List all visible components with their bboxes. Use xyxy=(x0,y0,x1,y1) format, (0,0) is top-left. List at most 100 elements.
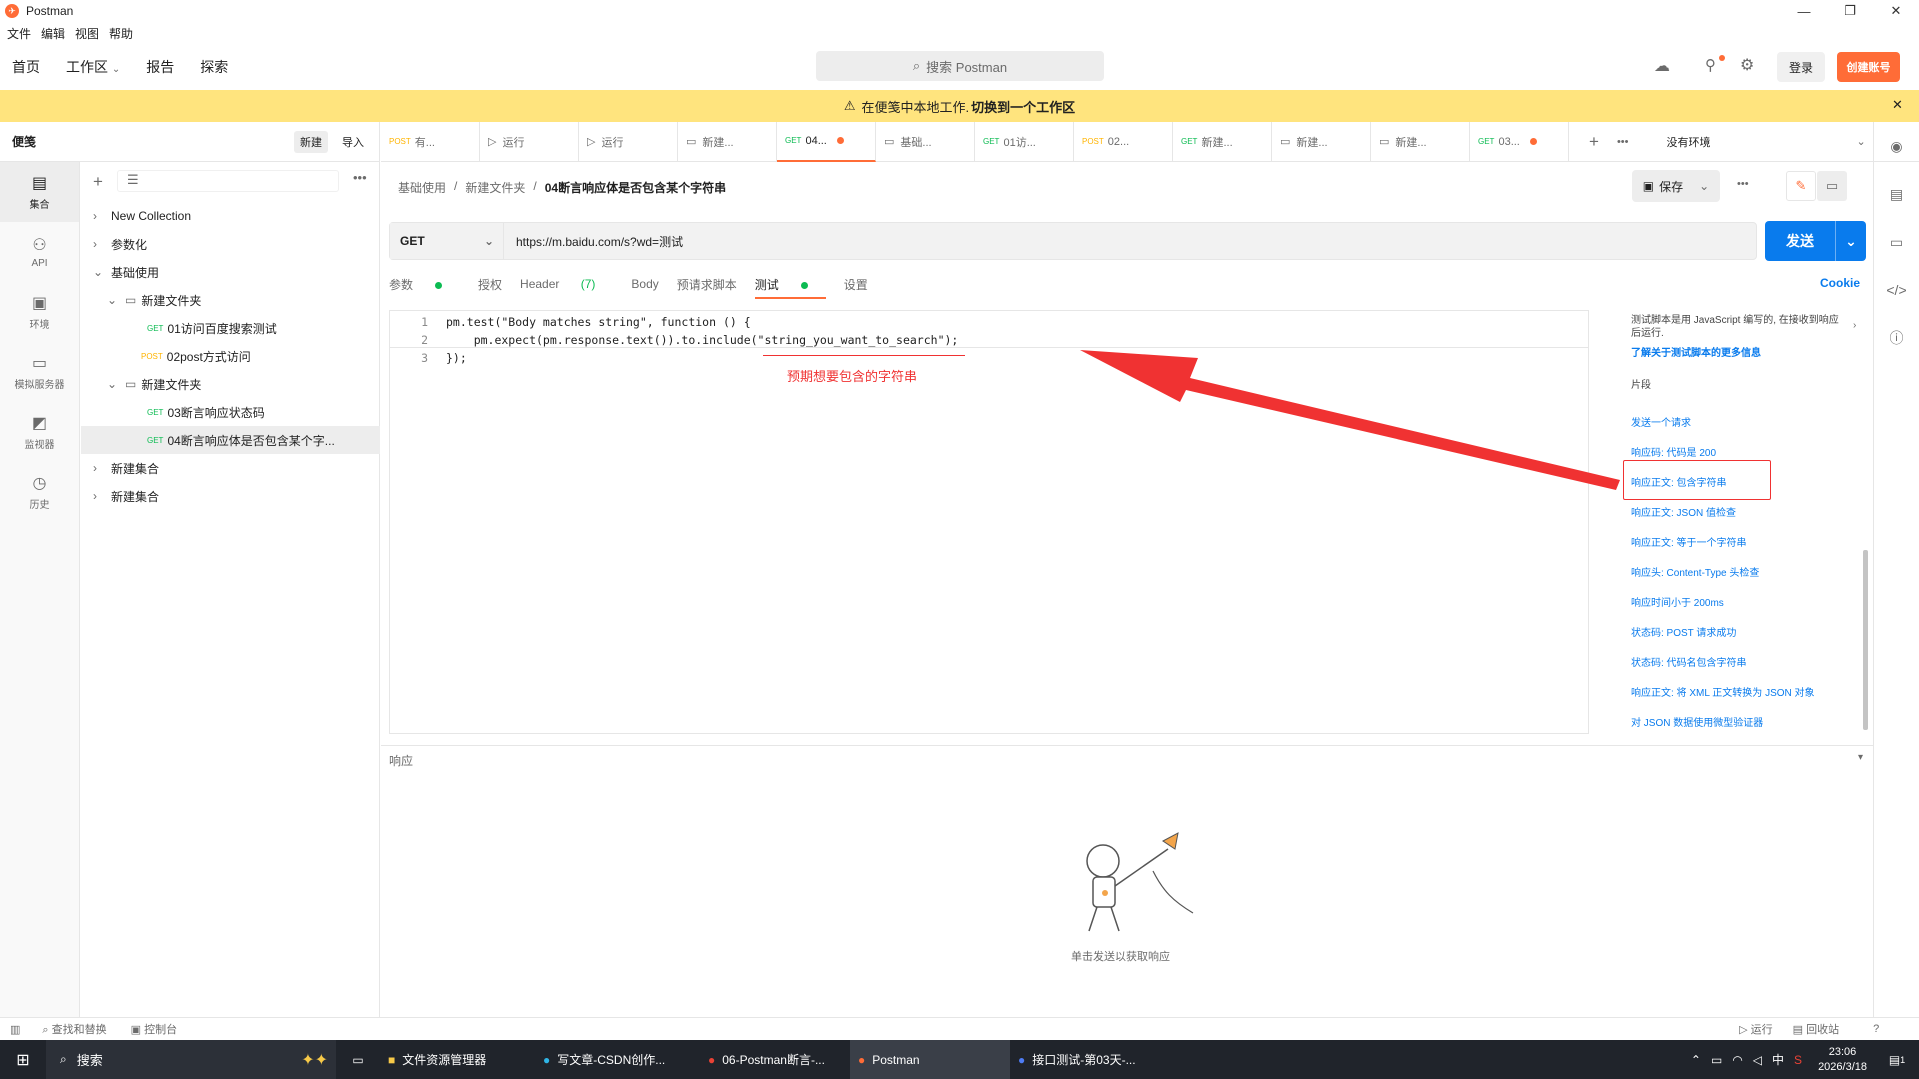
sidebar-item-environments[interactable]: ▣ 环境 xyxy=(0,282,79,342)
collection-filter-input[interactable] xyxy=(117,170,339,192)
comments-icon[interactable]: ▭ xyxy=(1874,218,1919,266)
tree-item-request-04[interactable]: GET 04断言响应体是否包含某个字... xyxy=(81,426,380,454)
menu-help[interactable]: 帮助 xyxy=(109,25,133,42)
snippet-item[interactable]: 状态码: POST 请求成功 xyxy=(1631,624,1736,639)
tab-tests[interactable]: 测试 xyxy=(754,276,826,299)
sogou-icon[interactable]: S xyxy=(1794,1053,1802,1067)
menu-file[interactable]: 文件 xyxy=(7,25,31,42)
snippet-item-highlighted[interactable]: 响应正文: 包含字符串 xyxy=(1631,474,1727,489)
close-button[interactable]: ✕ xyxy=(1873,0,1919,22)
nav-reports[interactable]: 报告 xyxy=(146,57,174,77)
tab-item[interactable]: GET 01访... xyxy=(975,121,1074,162)
taskbar-app-explorer[interactable]: ■ 文件资源管理器 xyxy=(380,1040,535,1079)
tab-item[interactable]: ▷ 运行 xyxy=(579,121,678,162)
tab-headers[interactable]: Header (7) xyxy=(520,277,613,291)
notification-center[interactable]: ▤ 1 xyxy=(1875,1040,1919,1079)
nav-explore[interactable]: 探索 xyxy=(200,57,228,77)
tab-settings[interactable]: 设置 xyxy=(844,276,868,293)
import-button[interactable]: 导入 xyxy=(336,131,370,153)
taskbar-app-chrome[interactable]: ● 06-Postman断言-... xyxy=(700,1040,850,1079)
code-line-2[interactable]: pm.expect(pm.response.text()).to.include… xyxy=(446,333,959,347)
snippet-item[interactable]: 响应头: Content-Type 头检查 xyxy=(1631,564,1759,579)
code-icon[interactable]: </> xyxy=(1874,266,1919,314)
learn-more-link[interactable]: 了解关于测试脚本的更多信息 xyxy=(1631,344,1761,359)
chevron-down-icon[interactable]: ⌄ xyxy=(1857,135,1866,148)
tree-item-new-collection-3[interactable]: › 新建集合 xyxy=(81,482,380,510)
cookie-link[interactable]: Cookie xyxy=(1820,276,1860,290)
method-select[interactable]: GET ⌄ xyxy=(390,223,504,259)
sidebar-item-mock-servers[interactable]: ▭ 模拟服务器 xyxy=(0,342,79,402)
taskbar-app-edge[interactable]: ● 写文章-CSDN创作... xyxy=(535,1040,700,1079)
tree-item-request-03[interactable]: GET 03断言响应状态码 xyxy=(81,398,380,426)
tree-item-request-01[interactable]: GET 01访问百度搜索测试 xyxy=(81,314,380,342)
more-options-icon[interactable]: ••• xyxy=(353,170,367,185)
help-icon[interactable]: ? xyxy=(1873,1023,1879,1035)
send-dropdown-icon[interactable]: ⌄ xyxy=(1835,221,1866,261)
tray-chevron-icon[interactable]: ⌃ xyxy=(1691,1053,1701,1067)
tab-item[interactable]: GET 新建... xyxy=(1173,121,1272,162)
comment-mode-button[interactable]: ▭ xyxy=(1817,171,1847,201)
settings-gear-icon[interactable]: ⚙ xyxy=(1740,55,1754,75)
start-button[interactable]: ⊞ xyxy=(0,1040,46,1079)
snippet-item[interactable]: 响应码: 代码是 200 xyxy=(1631,444,1716,459)
snippet-item[interactable]: 发送一个请求 xyxy=(1631,414,1691,429)
taskbar-search[interactable]: ⌕ 搜索 ✦✦ xyxy=(46,1040,336,1079)
console-button[interactable]: ▣ 控制台 xyxy=(131,1021,177,1037)
tree-item-parameterize[interactable]: › 参数化 xyxy=(81,230,380,258)
sidebar-item-history[interactable]: ◷ 历史 xyxy=(0,462,79,522)
send-button[interactable]: 发送 ⌄ xyxy=(1765,221,1866,261)
edit-mode-button[interactable]: ✎ xyxy=(1786,171,1816,201)
tree-item-folder-2[interactable]: ⌄ ▭ 新建文件夹 xyxy=(81,370,380,398)
tab-item[interactable]: POST 02... xyxy=(1074,121,1173,162)
collapse-chevron-icon[interactable]: › xyxy=(1853,320,1856,331)
taskbar-app-postman[interactable]: ● Postman xyxy=(850,1040,1010,1079)
task-view-icon[interactable]: ▭ xyxy=(336,1040,380,1079)
minimize-button[interactable]: — xyxy=(1781,0,1827,22)
find-replace-button[interactable]: ⌕ 查找和替换 xyxy=(42,1021,106,1037)
restore-button[interactable]: ❐ xyxy=(1827,0,1873,22)
request-more-icon[interactable]: ••• xyxy=(1737,178,1749,190)
breadcrumb-collection[interactable]: 基础使用 xyxy=(398,179,446,196)
add-collection-icon[interactable]: + xyxy=(93,172,103,192)
snippet-item[interactable]: 响应时间小于 200ms xyxy=(1631,594,1724,609)
tab-item[interactable]: ▭ 新建... xyxy=(678,121,777,162)
tree-item-folder-1[interactable]: ⌄ ▭ 新建文件夹 xyxy=(81,286,380,314)
snippet-item[interactable]: 响应正文: 将 XML 正文转换为 JSON 对象 xyxy=(1631,684,1815,699)
tab-authorization[interactable]: 授权 xyxy=(478,276,502,293)
create-account-button[interactable]: 创建账号 xyxy=(1837,52,1900,82)
tab-params[interactable]: 参数 xyxy=(389,276,460,293)
new-button[interactable]: 新建 xyxy=(294,131,328,153)
trash-button[interactable]: ▤ 回收站 xyxy=(1793,1021,1839,1037)
tab-item[interactable]: POST 有... xyxy=(381,121,480,162)
snippet-item[interactable]: 响应正文: JSON 值检查 xyxy=(1631,504,1736,519)
code-line-1[interactable]: pm.test("Body matches string", function … xyxy=(446,315,751,329)
documentation-icon[interactable]: ▤ xyxy=(1874,170,1919,218)
snippet-item[interactable]: 对 JSON 数据使用微型验证器 xyxy=(1631,714,1763,729)
response-collapse-icon[interactable]: ▾ xyxy=(1858,752,1863,763)
login-button[interactable]: 登录 xyxy=(1777,52,1825,82)
tab-body[interactable]: Body xyxy=(631,277,658,291)
snippet-item[interactable]: 状态码: 代码名包含字符串 xyxy=(1631,654,1747,669)
environment-selector[interactable]: 没有环境 xyxy=(1667,134,1857,150)
tab-item[interactable]: GET 03... xyxy=(1470,121,1569,162)
runner-button[interactable]: ▷ 运行 xyxy=(1739,1021,1773,1037)
tree-item-new-collection-2[interactable]: › 新建集合 xyxy=(81,454,380,482)
wifi-icon[interactable]: ◠ xyxy=(1732,1053,1742,1067)
battery-icon[interactable]: ▭ xyxy=(1711,1053,1722,1067)
tab-item[interactable]: ▭ 新建... xyxy=(1272,121,1371,162)
switch-workspace-link[interactable]: 切换到一个工作区 xyxy=(971,97,1075,116)
new-tab-icon[interactable]: + xyxy=(1589,132,1599,152)
global-search[interactable]: ⌕ 搜索 Postman xyxy=(816,51,1104,81)
tab-pre-request[interactable]: 预请求脚本 xyxy=(677,276,737,293)
eye-icon[interactable]: ◉ xyxy=(1874,122,1919,170)
tab-item[interactable]: ▭ 基础... xyxy=(876,121,975,162)
sidebar-item-api[interactable]: ⚇ API xyxy=(0,222,79,282)
tree-item-request-02[interactable]: POST 02post方式访问 xyxy=(81,342,380,370)
tab-item[interactable]: ▭ 新建... xyxy=(1371,121,1470,162)
nav-workspace[interactable]: 工作区 ⌄ xyxy=(66,57,120,77)
snippets-scrollbar[interactable] xyxy=(1863,550,1868,730)
taskbar-app-chrome-2[interactable]: ● 接口测试-第03天-... xyxy=(1010,1040,1170,1079)
save-button[interactable]: ▣ 保存 ⌄ xyxy=(1632,170,1720,202)
tab-item[interactable]: ▷ 运行 xyxy=(480,121,579,162)
snippet-item[interactable]: 响应正文: 等于一个字符串 xyxy=(1631,534,1747,549)
